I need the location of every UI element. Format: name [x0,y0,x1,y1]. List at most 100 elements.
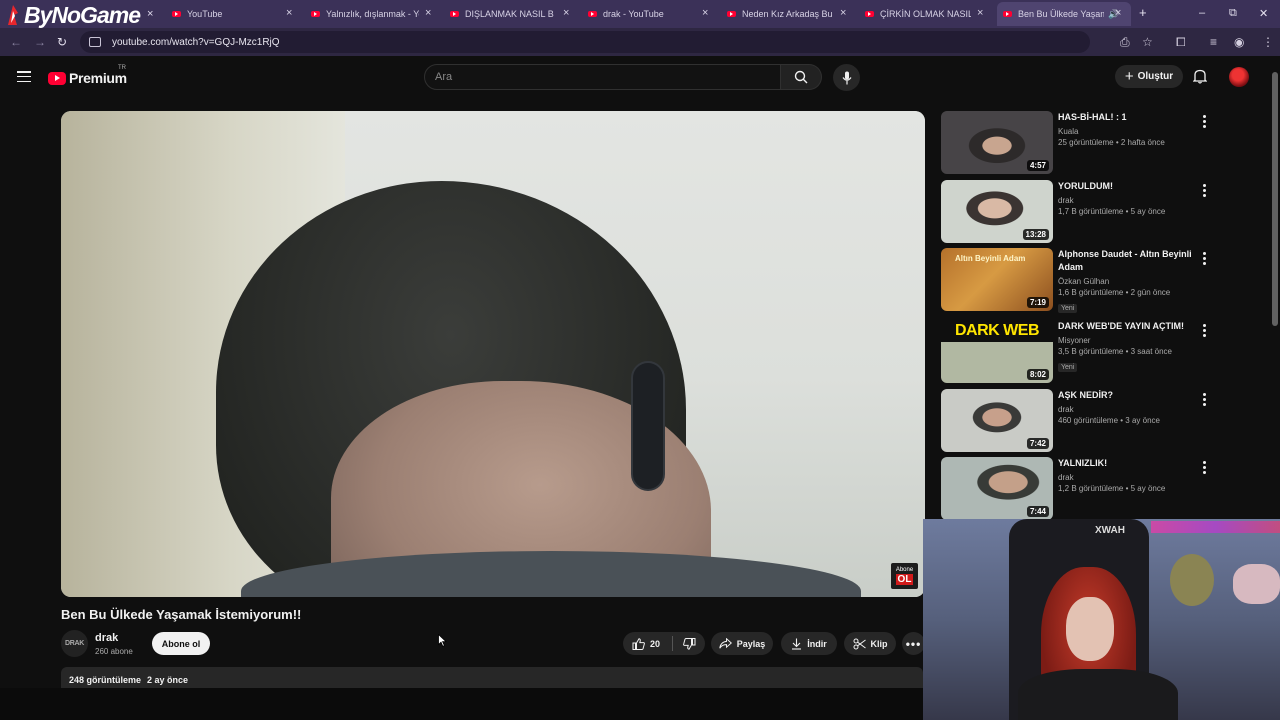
recommendation-item[interactable]: 13:28 YORULDUM! drak 1,7 B görüntüleme •… [941,180,1211,244]
profile-icon[interactable]: ◉ [1234,35,1244,49]
video-frame-headset [631,361,665,491]
create-button[interactable]: + Oluştur [1115,65,1183,88]
webcam-pink-plush [1233,564,1280,604]
search-box[interactable] [424,64,781,90]
clip-button[interactable]: Klip [844,632,896,655]
video-thumbnail[interactable]: 7:44 [941,457,1053,520]
menu-icon[interactable]: ⋮ [1262,35,1274,49]
recommendation-channel[interactable]: Misyoner [1058,336,1198,345]
site-info-icon[interactable] [89,37,101,47]
recommendation-title[interactable]: HAS-Bİ-HAL! : 1 [1058,111,1198,124]
video-thumbnail[interactable]: Altın Beyinli Adam 7:19 [941,248,1053,311]
more-options-icon[interactable] [1203,461,1206,476]
like-dislike-group: 20 [623,632,705,655]
subscribe-watermark-badge[interactable]: Abone OL [891,563,918,589]
tab-close-icon[interactable]: × [840,7,846,19]
channel-avatar[interactable]: DRAK [61,630,88,657]
description-meta: 248 görüntüleme 2 ay önce [69,675,188,685]
recommendation-channel[interactable]: drak [1058,196,1198,205]
youtube-premium-logo[interactable]: Premium TR [48,65,127,86]
tab-close-icon[interactable]: × [1115,7,1121,19]
browser-tab-strip: ByNoGame × YouTube × Yalnızlık, dışlanma… [0,0,1280,28]
more-actions-button[interactable]: ••• [902,632,925,655]
recommendation-title[interactable]: YALNIZLIK! [1058,457,1198,470]
recommendation-item[interactable]: 4:57 HAS-Bİ-HAL! : 1 Kuala 25 görüntülem… [941,111,1211,175]
tab-yalnizlik[interactable]: Yalnızlık, dışlanmak - You [311,4,419,24]
tab-drak[interactable]: drak - YouTube [588,4,696,24]
page-scrollbar-thumb[interactable] [1272,72,1278,326]
recommendation-stats: 1,2 B görüntüleme • 5 ay önce [1058,484,1166,493]
view-count: 248 görüntüleme [69,675,142,685]
recommendation-item[interactable]: Altın Beyinli Adam 7:19 Alphonse Daudet … [941,248,1211,313]
channel-subscriber-count: 260 abone [95,647,133,656]
share-button[interactable]: Paylaş [711,632,773,655]
recommendation-channel[interactable]: Kuala [1058,127,1198,136]
search-input[interactable] [425,65,780,89]
recommendation-item[interactable]: 7:44 YALNIZLIK! drak 1,2 B görüntüleme •… [941,457,1211,521]
new-tab-button[interactable]: + [1139,5,1147,20]
tab-close-icon[interactable]: × [425,7,431,19]
tab-close-icon[interactable]: × [977,7,983,19]
thumbnail-text: Altın Beyinli Adam [955,254,1026,263]
duration-badge: 7:19 [1026,297,1049,308]
tab-cirkin[interactable]: ÇİRKİN OLMAK NASIL Bİ [865,4,971,24]
tab-close-icon[interactable]: × [147,8,153,20]
video-player[interactable]: Abone OL [61,111,925,597]
video-thumbnail[interactable]: 13:28 [941,180,1053,243]
tab-close-icon[interactable]: × [286,7,292,19]
voice-search-button[interactable] [833,64,860,91]
video-thumbnail[interactable]: 7:42 [941,389,1053,452]
menu-hamburger-icon[interactable] [17,71,31,83]
tab-close-icon[interactable]: × [563,7,569,19]
youtube-favicon-icon [311,11,320,17]
media-icon[interactable]: ≡ [1210,35,1217,49]
description-box[interactable] [61,667,923,689]
more-options-icon[interactable] [1203,393,1206,408]
recommendation-channel[interactable]: Özkan Gülhan [1058,277,1198,286]
recommendation-channel[interactable]: drak [1058,405,1198,414]
share-icon [719,638,732,649]
tab-dislanmak[interactable]: DIŞLANMAK NASIL BİRŞE [450,4,554,24]
more-options-icon[interactable] [1203,252,1206,267]
chair-logo-text: XWAH [1095,525,1125,536]
url-text[interactable]: youtube.com/watch?v=GQJ-Mzc1RjQ [112,37,280,48]
dislike-button[interactable] [683,637,696,650]
install-icon[interactable]: ⎙ [1120,35,1130,50]
restore-button[interactable]: ⧉ [1229,7,1237,20]
recommendation-title[interactable]: DARK WEB'DE YAYIN AÇTIM! [1058,320,1198,333]
omnibox[interactable]: youtube.com/watch?v=GQJ-Mzc1RjQ [80,31,1090,53]
star-icon[interactable]: ☆ [1142,35,1153,49]
back-button[interactable]: ← [10,35,22,49]
recommendation-channel[interactable]: drak [1058,473,1198,482]
more-options-icon[interactable] [1203,184,1206,199]
duration-badge: 13:28 [1022,229,1049,240]
youtube-favicon-icon [588,11,597,17]
subscribe-button[interactable]: Abone ol [152,632,210,655]
recommendation-item[interactable]: DARK WEB 8:02 DARK WEB'DE YAYIN AÇTIM! M… [941,320,1211,384]
more-options-icon[interactable] [1203,115,1206,130]
minimize-button[interactable]: – [1199,7,1205,19]
tab-close-icon[interactable]: × [702,7,708,19]
download-button[interactable]: İndir [781,632,837,655]
video-thumbnail[interactable]: DARK WEB 8:02 [941,320,1053,383]
like-button[interactable]: 20 [632,637,660,650]
close-window-button[interactable]: ✕ [1259,7,1268,20]
extensions-icon[interactable]: ⧠ [1176,35,1186,50]
tab-kiz-arkadas[interactable]: Neden Kız Arkadaş Bulam [727,4,833,24]
channel-name[interactable]: drak [95,632,118,644]
new-badge: Yeni [1058,363,1078,372]
more-options-icon[interactable] [1203,324,1206,339]
recommendation-item[interactable]: 7:42 AŞK NEDİR? drak 460 görüntüleme • 3… [941,389,1211,453]
recommendation-title[interactable]: YORULDUM! [1058,180,1198,193]
video-title: Ben Bu Ülkede Yaşamak İstemiyorum!! [61,607,302,622]
user-avatar[interactable] [1229,67,1249,87]
tab-active-ben-bu-ulkede[interactable]: Ben Bu Ülkede Yaşam 🔊 [997,2,1131,26]
tab-youtube[interactable]: YouTube [172,4,280,24]
video-thumbnail[interactable]: 4:57 [941,111,1053,174]
recommendation-title[interactable]: AŞK NEDİR? [1058,389,1198,402]
recommendation-title[interactable]: Alphonse Daudet - Altın Beyinli Adam [1058,248,1198,274]
notifications-button[interactable] [1192,68,1208,89]
search-button[interactable] [781,64,822,90]
reload-button[interactable]: ↻ [57,35,67,49]
forward-button[interactable]: → [34,35,46,49]
